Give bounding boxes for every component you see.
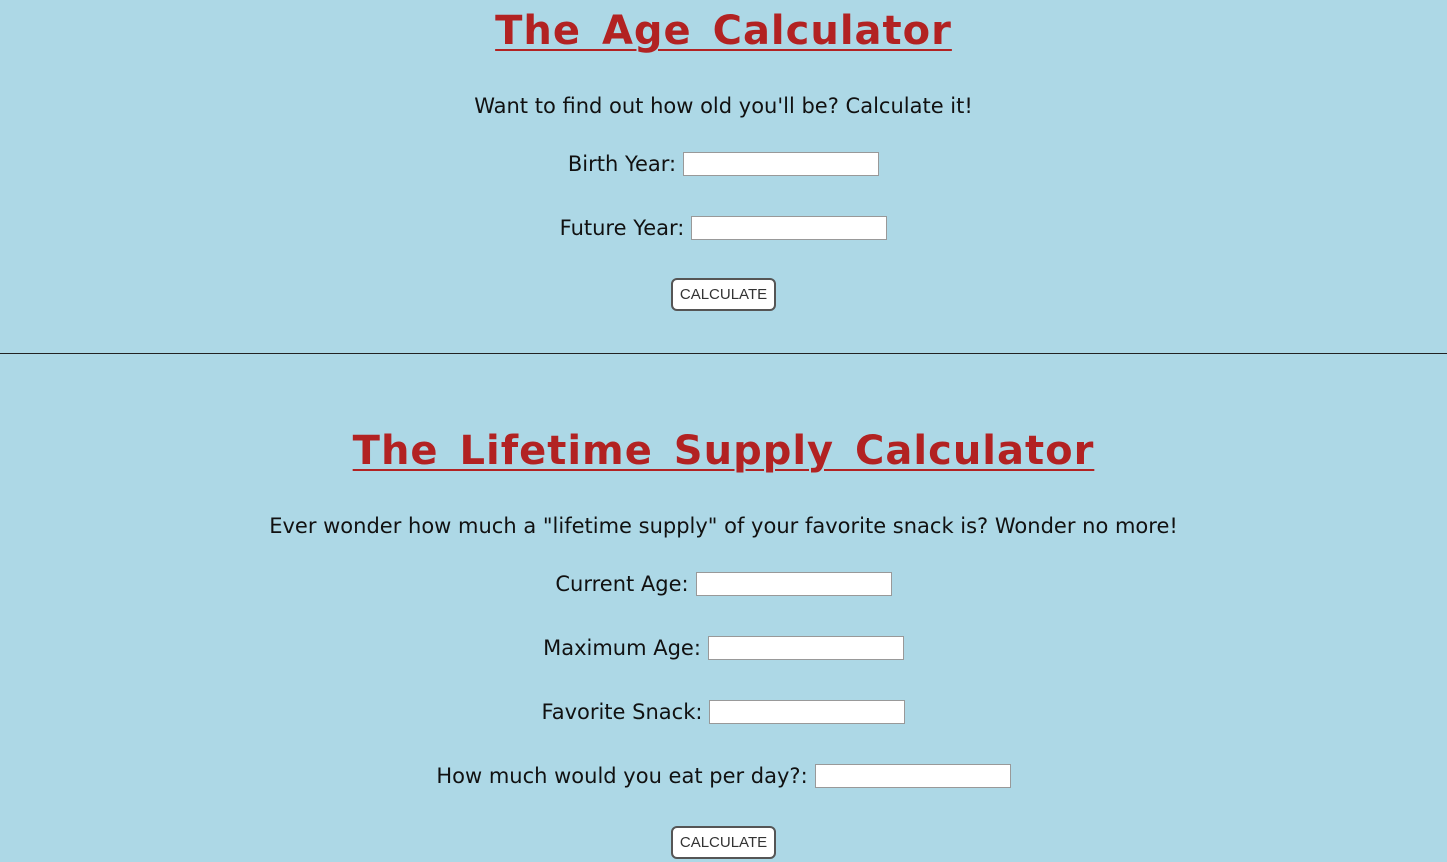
- current-age-row: Current Age:: [0, 572, 1447, 596]
- favorite-snack-input[interactable]: [709, 700, 906, 724]
- section-divider: [0, 353, 1447, 354]
- per-day-label: How much would you eat per day?:: [436, 764, 808, 788]
- per-day-row: How much would you eat per day?:: [0, 764, 1447, 788]
- age-calculator-intro: Want to find out how old you'll be? Calc…: [474, 94, 973, 118]
- birth-year-input[interactable]: [683, 152, 880, 176]
- supply-calculator-title: The Lifetime Supply Calculator: [352, 428, 1095, 474]
- per-day-input[interactable]: [814, 764, 1011, 788]
- age-calculate-wrap: CALCULATE: [0, 278, 1447, 311]
- supply-calculate-wrap: CALCULATE: [0, 826, 1447, 859]
- future-year-input[interactable]: [691, 216, 888, 240]
- current-age-label: Current Age:: [555, 572, 689, 596]
- maximum-age-input[interactable]: [707, 636, 904, 660]
- current-age-input[interactable]: [695, 572, 892, 596]
- supply-calculator-intro-wrap: Ever wonder how much a "lifetime supply"…: [0, 514, 1447, 538]
- birth-year-label: Birth Year:: [567, 152, 677, 176]
- future-year-row: Future Year:: [0, 216, 1447, 240]
- future-year-label: Future Year:: [559, 216, 685, 240]
- age-calculate-button[interactable]: CALCULATE: [670, 278, 777, 311]
- supply-calculator-intro: Ever wonder how much a "lifetime supply"…: [269, 514, 1178, 538]
- favorite-snack-label: Favorite Snack:: [541, 700, 703, 724]
- supply-calculator-section: The Lifetime Supply Calculator: [0, 428, 1447, 474]
- favorite-snack-row: Favorite Snack:: [0, 700, 1447, 724]
- maximum-age-row: Maximum Age:: [0, 636, 1447, 660]
- age-calculator-title: The Age Calculator: [495, 8, 952, 54]
- birth-year-row: Birth Year:: [0, 152, 1447, 176]
- age-calculator-intro-wrap: Want to find out how old you'll be? Calc…: [0, 94, 1447, 118]
- age-calculator-section: The Age Calculator: [0, 8, 1447, 54]
- supply-calculate-button[interactable]: CALCULATE: [670, 826, 777, 859]
- maximum-age-label: Maximum Age:: [543, 636, 701, 660]
